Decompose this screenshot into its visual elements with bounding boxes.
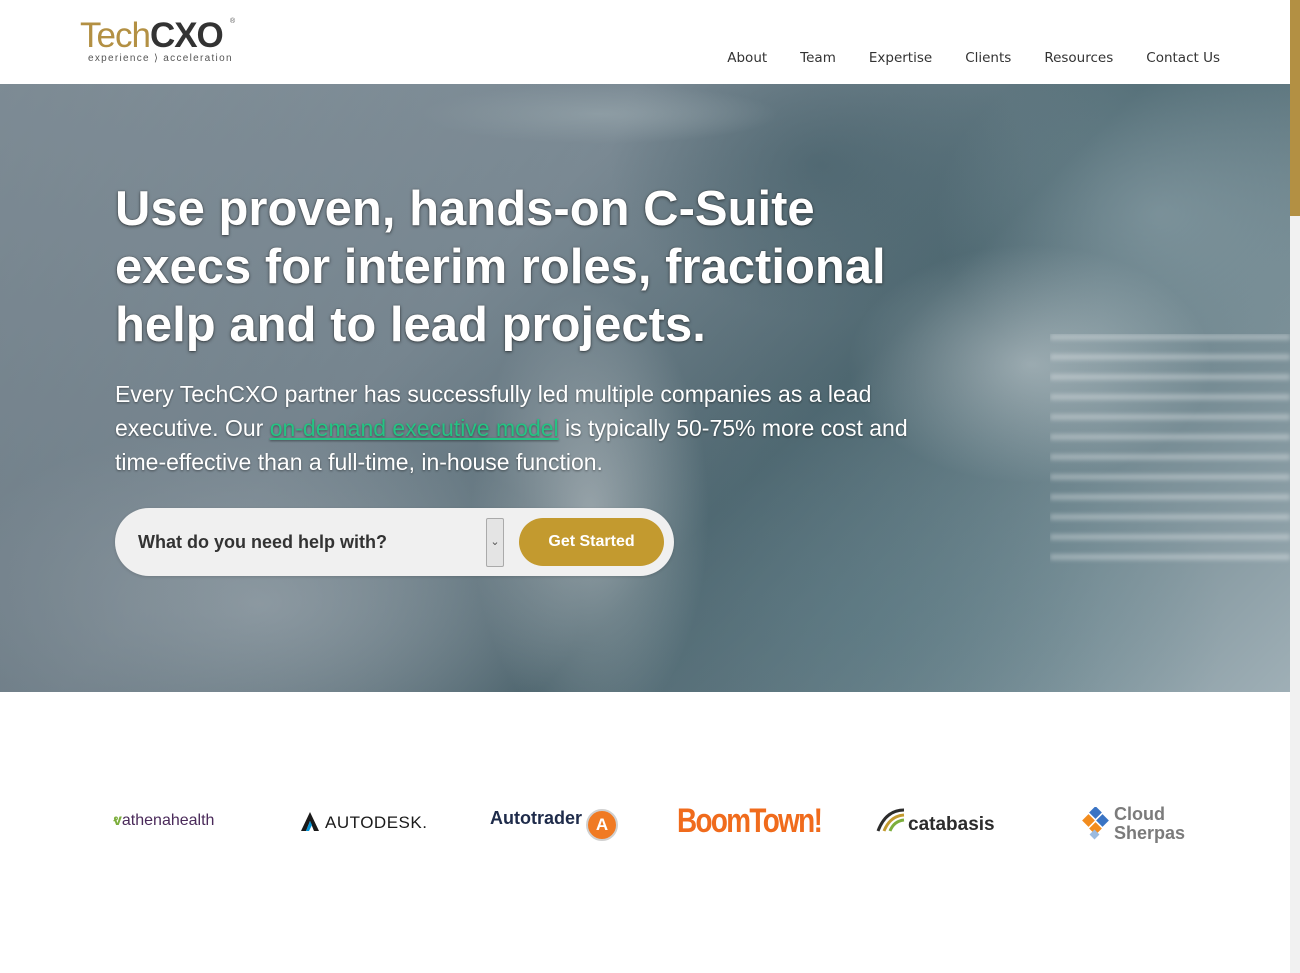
athena-leaf-icon: ⱴ [113,812,122,829]
autotrader-logo: Autotrader A [490,808,619,841]
scrollbar-thumb[interactable] [1290,0,1300,216]
techcxo-logo[interactable]: TechCXO ® experience ⟩ acceleration [80,14,240,70]
main-nav: About Team Expertise Clients Resources C… [694,50,1220,66]
site-header: TechCXO ® experience ⟩ acceleration Abou… [0,0,1290,84]
catabasis-arch-icon [876,808,906,838]
nav-about[interactable]: About [727,50,767,66]
autodesk-wordmark: AUTODESK. [325,813,428,832]
logo-wordmark: TechCXO [80,16,224,55]
autotrader-badge-icon: A [586,809,619,841]
on-demand-model-link[interactable]: on-demand executive model [270,415,559,441]
athenahealth-wordmark: athenahealth [121,812,215,829]
cloudsherpas-diamond-icon [1080,806,1112,846]
chevron-down-icon[interactable]: ⌄ [486,518,504,567]
nav-resources[interactable]: Resources [1044,50,1113,66]
boomtown-logo: BoomTown! [677,802,823,840]
autotrader-wordmark: Autotrader [490,808,583,828]
hero-heading: Use proven, hands-on C-Suite execs for i… [115,182,886,352]
get-started-button[interactable]: Get Started [519,518,664,566]
autodesk-mark-icon [299,810,321,837]
nav-clients[interactable]: Clients [965,50,1011,66]
help-form: What do you need help with? ⌄ Get Starte… [115,508,674,576]
help-select[interactable]: What do you need help with? [138,532,387,553]
registered-mark: ® [230,18,236,25]
logo-tagline: experience ⟩ acceleration [88,53,233,64]
hero-section: Use proven, hands-on C-Suite execs for i… [0,84,1300,692]
page-scrollbar[interactable] [1290,0,1300,973]
nav-expertise[interactable]: Expertise [869,50,932,66]
catabasis-wordmark: catabasis [908,814,995,835]
hero-description: Every TechCXO partner has successfully l… [115,377,935,479]
cloudsherpas-wordmark: Cloud Sherpas [1114,804,1186,843]
nav-contact-us[interactable]: Contact Us [1146,50,1220,66]
nav-team[interactable]: Team [800,50,836,66]
athenahealth-logo: ⱴathenahealth [113,812,214,830]
autodesk-logo: AUTODESK. [299,810,427,837]
catabasis-logo: catabasis [876,808,995,838]
